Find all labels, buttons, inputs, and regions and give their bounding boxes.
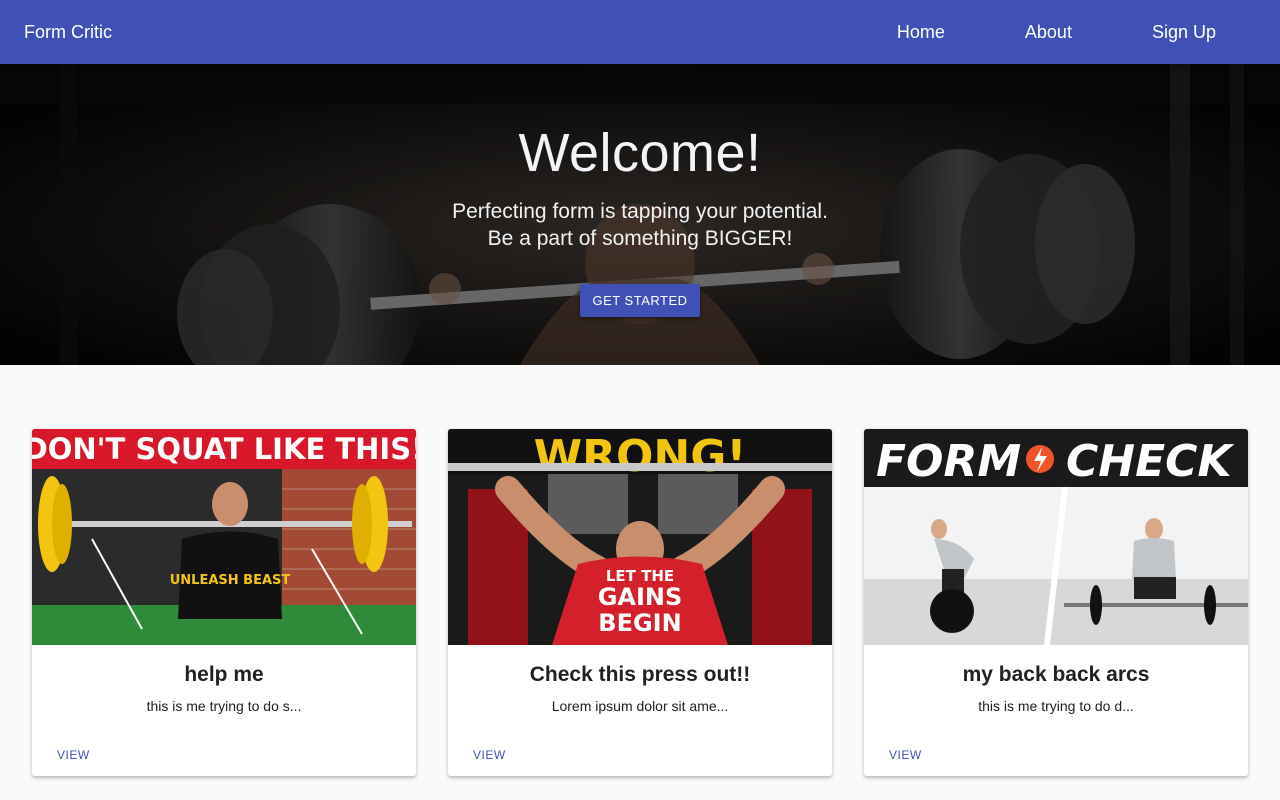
post-card: DON'T SQUAT LIKE THIS! UNLEASH BEAST hel… (32, 429, 416, 776)
hero-banner: Welcome! Perfecting form is tapping your… (0, 64, 1280, 365)
post-description: this is me trying to do s... (146, 698, 302, 714)
post-thumbnail[interactable]: FORM CHECK (864, 429, 1248, 645)
get-started-button[interactable]: GET STARTED (580, 284, 700, 317)
post-thumbnail[interactable]: DON'T SQUAT LIKE THIS! UNLEASH BEAST (32, 429, 416, 645)
brand-title[interactable]: Form Critic (24, 0, 112, 64)
squat-thumbnail-image: DON'T SQUAT LIKE THIS! UNLEASH BEAST (32, 429, 416, 645)
deadlift-thumbnail-image: FORM CHECK (864, 429, 1248, 645)
hero-title: Welcome! (518, 123, 762, 183)
post-title: my back back arcs (962, 663, 1150, 686)
view-button[interactable]: VIEW (473, 748, 506, 762)
view-button[interactable]: VIEW (57, 748, 90, 762)
thumb-headline-right: CHECK (1066, 436, 1234, 487)
post-title: help me (184, 663, 264, 686)
shirt-text-line-3: BEGIN (598, 609, 681, 637)
hero-content: Welcome! Perfecting form is tapping your… (0, 64, 1280, 365)
hero-tagline-line-1: Perfecting form is tapping your potentia… (452, 200, 828, 223)
nav-link-sign-up[interactable]: Sign Up (1112, 0, 1256, 64)
nav-link-about[interactable]: About (985, 0, 1112, 64)
hero-tagline-line-2: Be a part of something BIGGER! (487, 227, 793, 250)
post-description: this is me trying to do d... (978, 698, 1134, 714)
post-card: FORM CHECK my back back arcs this is me … (864, 429, 1248, 776)
top-navbar: Form Critic Home About Sign Up (0, 0, 1280, 64)
shirt-text: UNLEASH BEAST (170, 573, 291, 588)
view-button[interactable]: VIEW (889, 748, 922, 762)
thumb-headline: DON'T SQUAT LIKE THIS! (32, 432, 416, 466)
shirt-text-line-2: GAINS (598, 583, 683, 611)
nav-links: Home About Sign Up (857, 0, 1256, 64)
post-title: Check this press out!! (529, 663, 751, 686)
post-card: WRONG! LET THE GAINS BEGIN Check this pr… (448, 429, 832, 776)
thumb-headline-left: FORM (876, 436, 1021, 487)
post-description: Lorem ipsum dolor sit ame... (551, 698, 729, 714)
nav-link-home[interactable]: Home (857, 0, 985, 64)
post-thumbnail[interactable]: WRONG! LET THE GAINS BEGIN (448, 429, 832, 645)
bench-press-thumbnail-image: WRONG! LET THE GAINS BEGIN (448, 429, 832, 645)
